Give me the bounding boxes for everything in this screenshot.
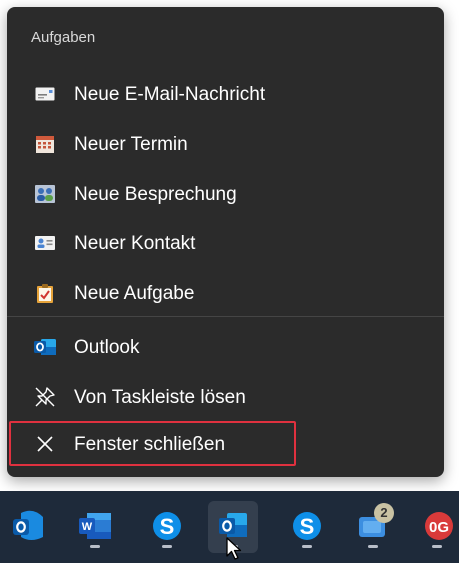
menu-item-new-contact[interactable]: Neuer Kontakt [7, 221, 444, 265]
svg-text:W: W [82, 521, 93, 533]
people-icon [34, 183, 56, 205]
running-indicator [162, 545, 172, 548]
word-icon: W [79, 513, 111, 539]
section-title-tasks: Aufgaben [31, 29, 96, 46]
taskbar-app-og[interactable]: 0G [412, 501, 459, 553]
og-icon: 0G [425, 512, 453, 540]
taskbar-jump-list: Aufgaben Neue E-Mail-Nachricht Neuer Ter… [7, 7, 444, 477]
menu-item-label: Neuer Termin [74, 134, 188, 155]
envelope-icon [34, 83, 56, 105]
svg-text:S: S [300, 514, 315, 539]
menu-item-new-appointment[interactable]: Neuer Termin [7, 122, 444, 166]
taskbar-app-outlook-new[interactable] [4, 501, 54, 553]
taskbar-app-skype[interactable]: S [142, 501, 192, 553]
svg-text:0G: 0G [429, 519, 449, 536]
running-indicator [432, 545, 442, 548]
outlook-icon [13, 510, 43, 540]
running-indicator [368, 545, 378, 548]
svg-text:S: S [160, 514, 175, 539]
menu-item-outlook[interactable]: Outlook [7, 325, 444, 369]
notification-badge: 2 [374, 503, 394, 523]
menu-item-label: Von Taskleiste lösen [74, 387, 246, 408]
taskbar-app-skype-2[interactable]: S [282, 501, 332, 553]
running-indicator [302, 545, 312, 548]
skype-icon: S [293, 512, 321, 540]
skype-icon: S [153, 512, 181, 540]
menu-item-label: Neue E-Mail-Nachricht [74, 84, 266, 105]
outlook-icon [34, 336, 56, 358]
menu-item-new-email[interactable]: Neue E-Mail-Nachricht [7, 72, 444, 116]
taskbar-app-word[interactable]: W [70, 501, 120, 553]
contact-card-icon [34, 232, 56, 254]
menu-item-label: Neuer Kontakt [74, 233, 196, 254]
mouse-pointer-icon [226, 537, 242, 560]
menu-item-unpin[interactable]: Von Taskleiste lösen [7, 375, 444, 419]
calendar-icon [34, 133, 56, 155]
menu-item-label: Neue Besprechung [74, 184, 237, 205]
menu-divider [7, 316, 444, 317]
menu-item-label: Outlook [74, 337, 140, 358]
menu-item-label: Neue Aufgabe [74, 283, 195, 304]
clipboard-task-icon [34, 282, 56, 304]
highlight-box [9, 421, 296, 466]
menu-item-new-task[interactable]: Neue Aufgabe [7, 271, 444, 315]
taskbar-app-chat[interactable]: 2 [348, 501, 398, 553]
unpin-icon [34, 386, 56, 408]
menu-item-new-meeting[interactable]: Neue Besprechung [7, 172, 444, 216]
running-indicator [90, 545, 100, 548]
